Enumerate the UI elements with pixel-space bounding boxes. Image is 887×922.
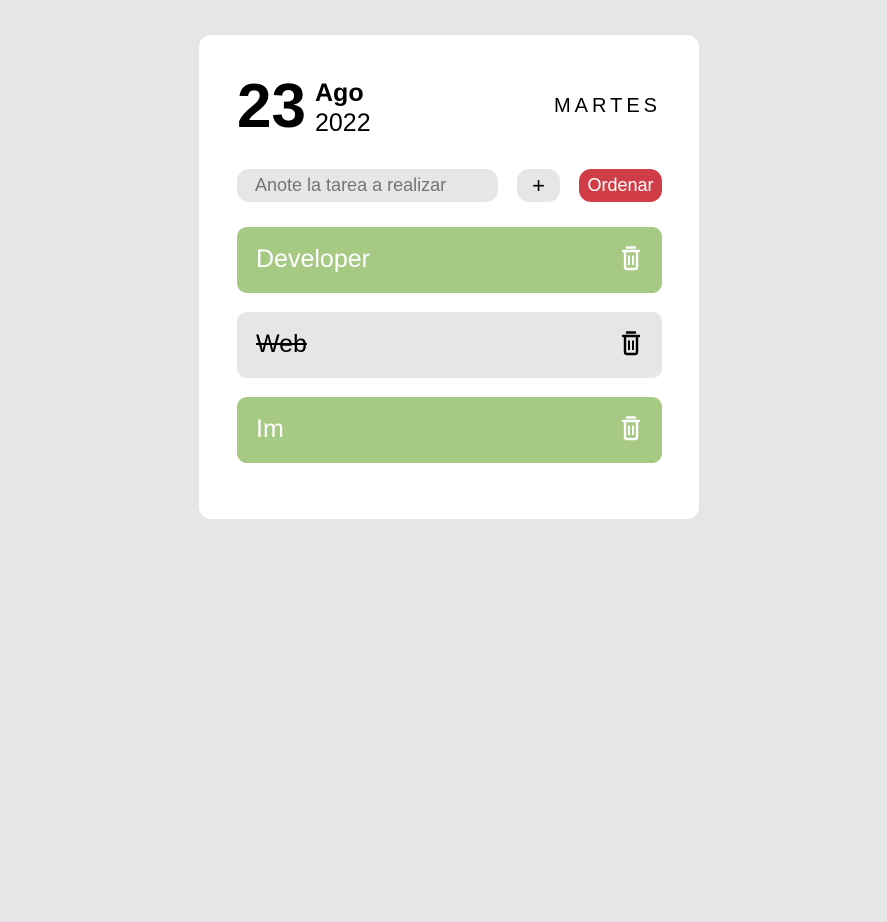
todo-card: 23 Ago 2022 MARTES + Ordenar Developer W…	[199, 35, 699, 519]
year-label: 2022	[315, 109, 371, 137]
task-input[interactable]	[237, 169, 498, 202]
add-task-button[interactable]: +	[517, 169, 560, 202]
task-item[interactable]: Web	[237, 312, 662, 378]
sort-button[interactable]: Ordenar	[579, 169, 662, 202]
trash-icon[interactable]	[620, 415, 642, 441]
task-form: + Ordenar	[237, 169, 662, 202]
task-list: Developer Web Im	[237, 227, 662, 482]
task-item[interactable]: Im	[237, 397, 662, 463]
trash-icon[interactable]	[620, 245, 642, 271]
task-item[interactable]: Developer	[237, 227, 662, 293]
date-header: 23 Ago 2022 MARTES	[237, 72, 661, 141]
task-label: Im	[256, 415, 284, 443]
task-label: Web	[256, 330, 307, 358]
weekday-label: MARTES	[554, 95, 661, 117]
month-label: Ago	[315, 79, 364, 107]
day-number: 23	[237, 72, 306, 141]
trash-icon[interactable]	[620, 330, 642, 356]
task-label: Developer	[256, 245, 370, 273]
